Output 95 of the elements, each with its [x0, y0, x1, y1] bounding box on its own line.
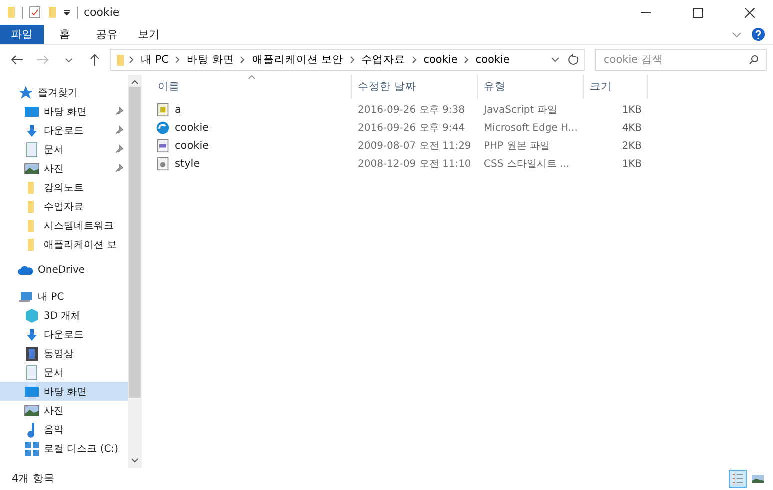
file-type: CSS 스타일시트 ... — [483, 158, 571, 171]
chevron-icon — [412, 56, 418, 64]
breadcrumb-item[interactable]: cookie — [422, 54, 460, 66]
chevron-icon — [350, 56, 356, 64]
sidebar-item[interactable]: 동영상 — [0, 344, 128, 363]
ribbon-tab[interactable]: 파일 — [0, 25, 44, 44]
sidebar-item[interactable]: 바탕 화면 — [0, 102, 128, 121]
down-arrow-icon — [24, 326, 40, 342]
document-icon — [24, 364, 40, 380]
help-icon[interactable] — [752, 28, 765, 41]
window-title: cookie — [84, 6, 121, 19]
file-size: 1KB — [621, 158, 643, 170]
file-size: 1KB — [621, 104, 643, 116]
picture-icon — [752, 474, 764, 484]
list-icon — [732, 473, 744, 485]
modified-date: 2009-08-07 오전 11:29 — [357, 140, 472, 153]
file-type: JavaScript 파일 — [482, 104, 558, 117]
scrollbar[interactable] — [128, 75, 142, 468]
sidebar-item[interactable]: 바탕 화면 — [0, 382, 128, 401]
search-icon — [749, 55, 759, 65]
close-icon — [745, 8, 755, 18]
search-field[interactable]: cookie 검색 — [595, 49, 767, 71]
column-header[interactable]: 크기 — [584, 75, 648, 99]
file-size: 2KB — [621, 140, 643, 152]
chevron-down-icon[interactable] — [551, 57, 560, 63]
sidebar-item[interactable]: 사진 — [0, 159, 128, 178]
star-icon — [18, 84, 34, 100]
sidebar-item[interactable]: 시스템네트워크 — [0, 216, 128, 235]
sidebar-item[interactable]: 로컬 디스크 (C:) — [0, 439, 128, 458]
file-name[interactable]: cookie — [173, 140, 212, 152]
file-name[interactable]: style — [173, 158, 202, 170]
sidebar-item[interactable]: 내 PC — [0, 287, 128, 306]
file-type: Microsoft Edge H... — [483, 122, 579, 134]
folder-icon — [115, 54, 125, 66]
sidebar-item[interactable]: 문서 — [0, 140, 128, 159]
forward-arrow-icon — [37, 55, 49, 65]
sidebar-item[interactable]: 3D 개체 — [0, 306, 128, 325]
file-size: 4KB — [621, 122, 643, 134]
sidebar-item[interactable]: 다운로드 — [0, 325, 128, 344]
file-type: PHP 원본 파일 — [483, 140, 551, 153]
folder-icon — [6, 6, 16, 19]
breadcrumb-item[interactable]: 애플리케이션 보안 — [250, 53, 346, 67]
up-arrow-icon — [90, 54, 100, 66]
sidebar-item[interactable]: OneDrive — [0, 261, 128, 280]
sidebar-item[interactable]: 사진 — [0, 401, 128, 420]
refresh-icon[interactable] — [568, 54, 580, 66]
chevron-icon — [240, 56, 246, 64]
breadcrumb-item[interactable]: 수업자료 — [360, 53, 408, 67]
modified-date: 2016-09-26 오후 9:38 — [357, 104, 466, 117]
browser-file-icon — [156, 121, 170, 135]
film-icon — [24, 346, 40, 362]
breadcrumb-item[interactable]: 내 PC — [139, 53, 172, 67]
picture-icon — [24, 402, 40, 418]
sidebar-item[interactable]: 강의노트 — [0, 178, 128, 197]
picture-icon — [24, 160, 40, 176]
sidebar-item[interactable]: 수업자료 — [0, 197, 128, 216]
checklist-icon[interactable] — [29, 6, 41, 19]
chevron-down-icon[interactable] — [732, 32, 742, 38]
code-file-icon — [156, 139, 170, 153]
modified-date: 2008-12-09 오전 11:10 — [357, 158, 472, 171]
sidebar-item[interactable]: 음악 — [0, 420, 128, 439]
cube-icon — [24, 308, 40, 324]
document-icon — [24, 142, 40, 158]
file-name[interactable]: a — [173, 104, 184, 116]
sidebar-item[interactable]: 다운로드 — [0, 121, 128, 140]
details-view-button[interactable] — [729, 470, 747, 488]
scroll-down-icon[interactable] — [131, 458, 139, 464]
sidebar-item[interactable]: 애플리케이션 보 — [0, 235, 128, 254]
maximize-icon — [693, 8, 703, 18]
modified-date: 2016-09-26 오후 9:44 — [357, 122, 466, 135]
ribbon-tab[interactable]: 공유 — [86, 25, 128, 44]
scroll-up-icon[interactable] — [131, 79, 139, 85]
scrollbar-thumb[interactable] — [129, 87, 141, 398]
sidebar-item[interactable]: 즐겨찾기 — [0, 83, 128, 102]
chevron-icon — [129, 56, 135, 64]
down-arrow-icon — [24, 122, 40, 138]
column-header[interactable]: 이름 — [152, 75, 352, 99]
back-arrow-icon — [11, 55, 23, 65]
sidebar-item[interactable]: 문서 — [0, 363, 128, 382]
script-file-icon — [156, 103, 170, 117]
item-count: 4개 항목 — [12, 472, 56, 486]
column-header[interactable]: 유형 — [478, 75, 584, 99]
breadcrumb-item[interactable]: 바탕 화면 — [185, 53, 236, 67]
ribbon-tab[interactable]: 홈 — [44, 25, 86, 44]
dropdown-icon[interactable] — [63, 8, 71, 16]
chevron-icon — [464, 56, 470, 64]
chevron-down-icon — [65, 58, 73, 62]
column-header[interactable]: 수정한 날짜 — [352, 75, 478, 99]
chevron-icon — [175, 56, 182, 64]
drive-icon — [24, 440, 40, 456]
file-name[interactable]: cookie — [173, 122, 212, 134]
address-bar[interactable]: 내 PC 바탕 화면 애플리케이션 보안 수업자료 cookie cookie — [110, 49, 585, 71]
ribbon-tab[interactable]: 보기 — [128, 25, 170, 44]
breadcrumb-item[interactable]: cookie — [474, 54, 512, 66]
sort-caret-icon — [248, 75, 256, 80]
